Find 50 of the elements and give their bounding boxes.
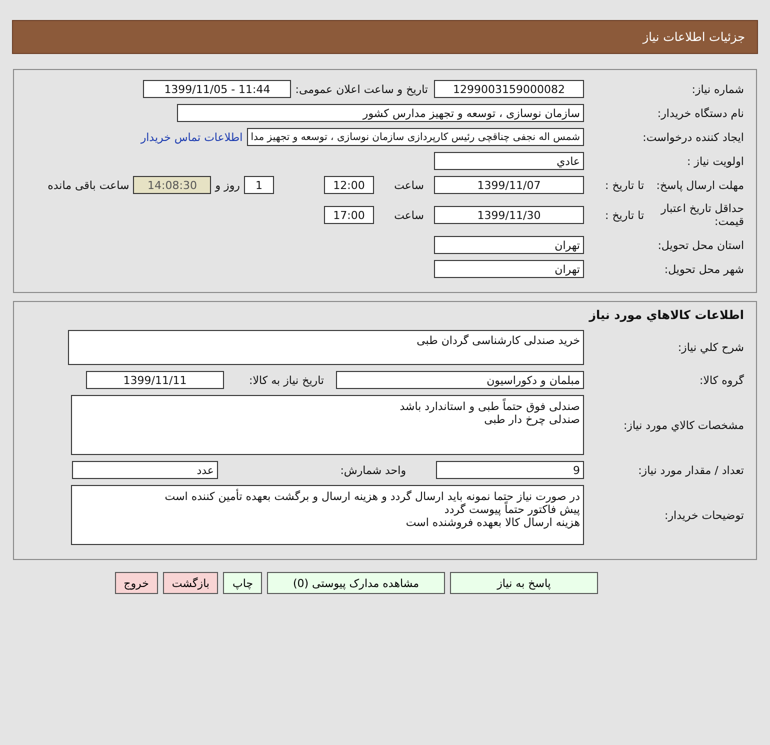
action-button[interactable]: مشاهده مدارک پیوستی (0): [267, 572, 445, 594]
field-label: واحد شمارش:: [339, 464, 406, 476]
field-label: شماره نیاز:: [690, 82, 744, 96]
field-label: ایجاد کننده درخواست:: [642, 130, 744, 144]
creator-field[interactable]: شمس اله نجفی چناقچی رئیس کارپردازی سازمان نوسازی ، توسعه و تجهیز مدا: [246, 128, 584, 146]
province-field[interactable]: تهران: [434, 236, 584, 254]
buyer-notes-field[interactable]: در صورت نیاز حتما نمونه باید ارسال گردد و هزینه ارسال و برگشت بعهده تأمین کننده است پیش فاکتور حتماً پیوست گردد هزینه ارسال کالا بعهده فروشنده است: [71, 485, 584, 545]
field-label: استان محل تحویل:: [656, 238, 744, 252]
action-button[interactable]: خروج: [114, 572, 158, 594]
header-title: جزئیات اطلاعات نیاز: [642, 30, 745, 44]
field-label: اولویت نیاز :: [686, 154, 744, 168]
buyer-contact-link[interactable]: اطلاعات تماس خریدار: [140, 130, 243, 144]
field-label: ساعت: [393, 208, 424, 222]
announce-date-field[interactable]: 1399/11/05 - 11:44: [143, 80, 292, 98]
action-button[interactable]: چاپ: [223, 572, 262, 594]
field-label: تا تاریخ :: [604, 178, 644, 192]
field-label: مهلت ارسال پاسخ:: [655, 178, 744, 192]
field-label: شرح کلي نياز:: [676, 341, 744, 354]
days-field[interactable]: 1: [244, 176, 274, 194]
section-title: اطلاعات کالاهاي مورد نياز: [588, 308, 744, 322]
action-button[interactable]: بازگشت: [162, 572, 218, 594]
specs-field[interactable]: صندلی فوق حتماً طبی و استاندارد باشد صندلی چرخ دار طبی: [71, 395, 584, 455]
buyer-field[interactable]: سازمان نوسازی ، توسعه و تجهیز مدارس کشور: [177, 104, 584, 122]
field-label: نام دستگاه خریدار:: [656, 106, 744, 120]
validity-date-field[interactable]: 1399/11/30: [434, 206, 584, 224]
field-label: تاریخ نیاز به کالا:: [248, 374, 324, 386]
field-label: شهر محل تحویل:: [663, 262, 744, 276]
deadline-date-field[interactable]: 1399/11/07: [434, 176, 584, 194]
field-label: توضیحات خریدار:: [664, 508, 744, 522]
description-field[interactable]: خرید صندلی کارشناسی گردان طبی: [68, 330, 584, 365]
validity-time-field[interactable]: 17:00: [324, 206, 374, 224]
field-label: گروه کالا:: [698, 374, 744, 386]
field-label: تاریخ و ساعت اعلان عمومی:: [295, 82, 428, 96]
field-label: تا تاریخ :: [604, 208, 644, 222]
field-label: ساعت: [393, 178, 424, 192]
field-label: مشخصات کالاي مورد نياز:: [622, 418, 744, 432]
need-number-field[interactable]: 1299003159000082: [434, 80, 584, 98]
city-field[interactable]: تهران: [434, 260, 584, 278]
need-date-field[interactable]: 1399/11/11: [86, 371, 224, 389]
priority-field[interactable]: عادي: [434, 152, 584, 170]
field-label: حداقل تاریخ اعتبار قیمت:: [660, 202, 744, 228]
field-label: روز و: [215, 178, 240, 192]
field-label: تعداد / مقدار مورد نیاز:: [637, 464, 744, 476]
quantity-field[interactable]: 9: [436, 461, 584, 479]
field-label: ساعت باقی مانده: [48, 178, 130, 192]
remaining-time-field[interactable]: 14:08:30: [133, 176, 212, 194]
action-button[interactable]: پاسخ به نیاز: [450, 572, 598, 594]
unit-field[interactable]: عدد: [72, 461, 218, 479]
goods-group-field[interactable]: مبلمان و دکوراسیون: [336, 371, 584, 389]
deadline-time-field[interactable]: 12:00: [324, 176, 374, 194]
